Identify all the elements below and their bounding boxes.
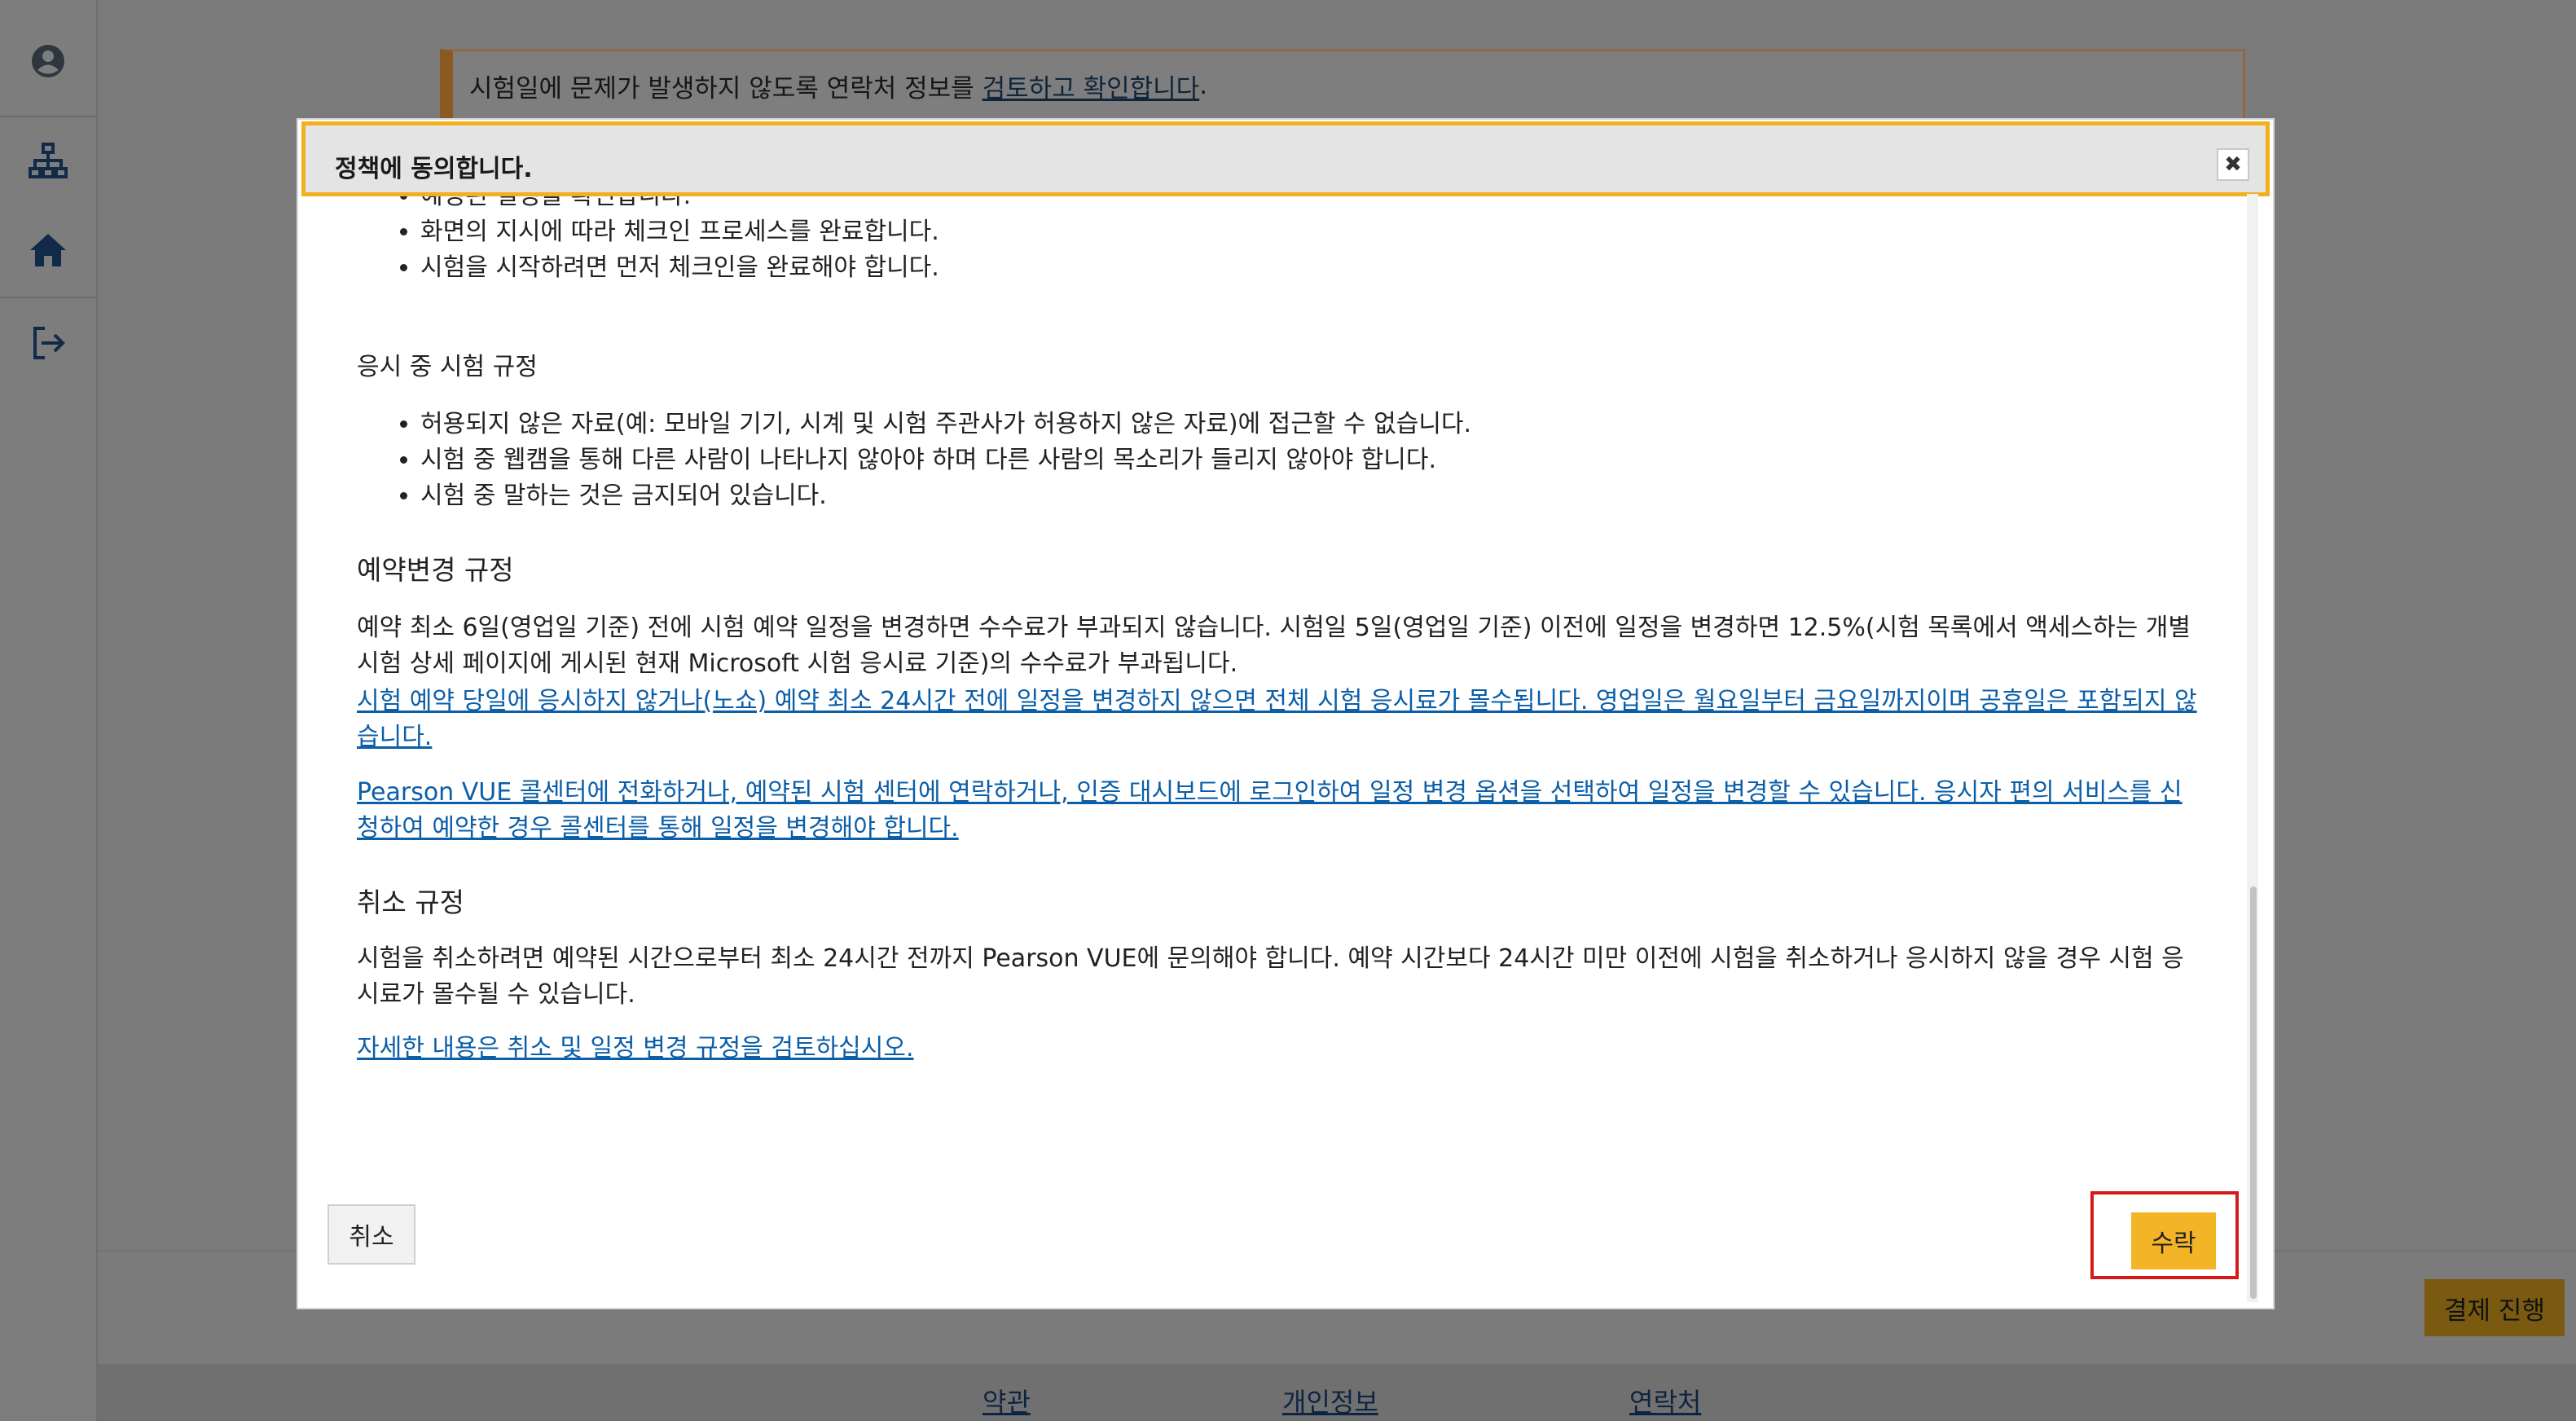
dialog-title: 정책에 동의합니다. (335, 155, 533, 183)
sitemap-button[interactable] (0, 117, 96, 207)
cancel-button[interactable]: 취소 (327, 1204, 415, 1265)
contact-info-notice: 시험일에 문제가 발생하지 않도록 연락처 정보를 검토하고 확인합니다 . (440, 49, 2245, 122)
close-icon: ✖ (2224, 152, 2242, 177)
footer-terms-link[interactable]: 약관 (982, 1382, 1031, 1419)
accept-button[interactable]: 수락 (2131, 1212, 2216, 1269)
dialog-header: 정책에 동의합니다. ✖ (301, 121, 2270, 196)
reschedule-options-link[interactable]: Pearson VUE 콜센터에 전화하거나, 예약된 시험 센터에 연락하거나… (357, 775, 2198, 847)
proceed-payment-button[interactable]: 결제 진행 (2424, 1279, 2565, 1336)
sidebar (0, 0, 98, 1421)
sitemap-icon (27, 139, 69, 185)
user-icon (27, 40, 69, 86)
policy-agreement-dialog: 예정된 일정을 확인합니다. 화면의 지시에 따라 체크인 프로세스를 완료합니… (297, 118, 2275, 1309)
dialog-scrollbar-thumb[interactable] (2250, 886, 2257, 1299)
footer-privacy-link[interactable]: 개인정보 (1282, 1382, 1378, 1419)
close-button[interactable]: ✖ (2217, 148, 2249, 181)
accept-button-highlight: 수락 (2090, 1191, 2239, 1279)
exam-rules-list: 허용되지 않은 자료(예: 모바일 기기, 시계 및 시험 주관사가 허용하지 … (357, 407, 2491, 514)
cancel-reschedule-policy-link[interactable]: 자세한 내용은 취소 및 일정 변경 규정을 검토하십시오. (357, 1031, 914, 1067)
home-icon (27, 229, 69, 275)
list-item: 화면의 지시에 따라 체크인 프로세스를 완료합니다. (420, 214, 2491, 250)
notice-suffix: . (1199, 71, 1208, 100)
list-item: 시험 중 말하는 것은 금지되어 있습니다. (420, 478, 2491, 514)
sign-out-icon (27, 322, 69, 367)
no-show-policy-link[interactable]: 시험 예약 당일에 응시하지 않거나(노쇼) 예약 최소 24시간 전에 일정을… (357, 684, 2198, 755)
footer-contact-link[interactable]: 연락처 (1629, 1382, 1701, 1419)
home-button[interactable] (0, 207, 96, 297)
list-item: 시험 중 웹캠을 통해 다른 사람이 나타나지 않아야 하며 다른 사람의 목소… (420, 442, 2491, 478)
sign-out-button[interactable] (0, 300, 96, 389)
notice-text: 시험일에 문제가 발생하지 않도록 연락처 정보를 (469, 73, 974, 103)
review-contact-link[interactable]: 검토하고 확인합니다 (982, 68, 1200, 104)
profile-button[interactable] (0, 18, 96, 108)
list-item: 시험을 시작하려면 먼저 체크인을 완료해야 합니다. (420, 250, 2491, 286)
policy-content: 예정된 일정을 확인합니다. 화면의 지시에 따라 체크인 프로세스를 완료합니… (357, 193, 2491, 1220)
list-item: 허용되지 않은 자료(예: 모바일 기기, 시계 및 시험 주관사가 허용하지 … (420, 407, 2491, 442)
checkin-list: 예정된 일정을 확인합니다. 화면의 지시에 따라 체크인 프로세스를 완료합니… (357, 193, 2491, 286)
exam-rules-heading: 응시 중 시험 규정 (357, 353, 538, 381)
cancel-policy-paragraph: 시험을 취소하려면 예약된 시간으로부터 최소 24시간 전까지 Pearson… (357, 944, 2184, 1009)
cancel-policy-heading: 취소 규정 (357, 886, 464, 918)
reschedule-paragraph: 예약 최소 6일(영업일 기준) 전에 시험 예약 일정을 변경하면 수수료가 … (357, 614, 2191, 678)
reschedule-heading: 예약변경 규정 (357, 554, 514, 586)
footer: 약관 개인정보 연락처 (98, 1364, 2576, 1421)
